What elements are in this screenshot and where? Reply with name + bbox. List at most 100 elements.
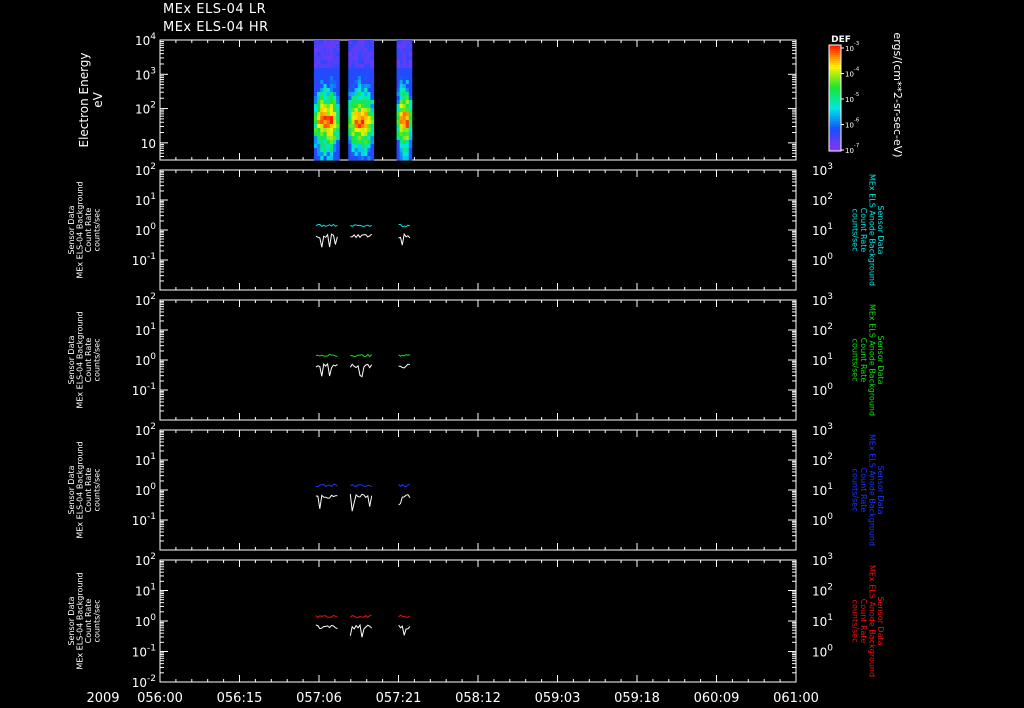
spectrogram-cell	[364, 144, 368, 149]
spectrogram-cell	[323, 156, 328, 161]
spectrogram-cell	[364, 100, 368, 105]
spectrogram-cell	[351, 140, 356, 145]
spectrogram-cell	[357, 144, 362, 149]
spectrogram-cell	[326, 108, 331, 113]
spectrogram-cell	[370, 96, 375, 101]
spectrogram-cell	[348, 148, 352, 153]
series-colored-line	[350, 484, 372, 488]
spectrogram-cell	[367, 88, 371, 93]
spectrogram-cell	[367, 124, 371, 129]
spectrogram-cell	[348, 140, 352, 145]
spectrogram-cell	[367, 60, 371, 65]
colorbar-band	[829, 67, 841, 70]
spectrogram-cell	[329, 56, 334, 61]
spectrogram-cell	[348, 84, 352, 89]
spectrogram-cell	[351, 152, 356, 157]
spectrogram-cell	[360, 60, 365, 65]
spectrogram-cell	[370, 128, 375, 133]
spectrogram-cell	[329, 120, 334, 125]
y-tick-label: 102	[135, 101, 156, 117]
spectrogram-cell	[364, 56, 368, 61]
spectrogram-cell	[336, 104, 340, 109]
spectrogram-cell	[364, 140, 368, 145]
spectrogram-cell	[336, 84, 340, 89]
spectrogram-cell	[357, 136, 362, 141]
spectrogram-cell	[354, 40, 359, 45]
spectrogram-panel-frame	[159, 39, 797, 161]
spectrogram-cell	[336, 64, 340, 69]
spectrogram-cell	[329, 40, 334, 45]
right-tick-label: 102	[812, 192, 833, 208]
spectrogram-cell	[370, 72, 375, 77]
spectrogram-cell	[367, 116, 371, 121]
spectrogram-cell	[405, 112, 410, 117]
spectrogram-cell	[367, 132, 371, 137]
spectrogram-cell	[348, 68, 352, 73]
series-white-line	[315, 494, 338, 509]
spectrogram-cell	[354, 108, 359, 113]
spectrogram-cell	[320, 156, 324, 161]
spectrogram-cell	[320, 80, 324, 85]
spectrogram-cell	[354, 60, 359, 65]
y-tick-label: 103	[135, 66, 156, 82]
spectrogram-cell	[329, 60, 334, 65]
spectrogram-cell	[348, 132, 352, 137]
spectrogram-cell	[364, 92, 368, 97]
spectrogram-cell	[323, 80, 328, 85]
spectrogram-cell	[402, 88, 407, 93]
spectrogram-cell	[364, 76, 368, 81]
spectrogram-cell	[357, 76, 362, 81]
colorbar-band	[829, 101, 841, 104]
right-tick-label: 101	[812, 482, 833, 498]
spectrogram-cell	[313, 68, 318, 73]
spectrogram-cell	[357, 92, 362, 97]
spectrogram-cell	[351, 80, 356, 85]
spectrogram-cell	[360, 148, 365, 153]
spectrogram-cell	[405, 156, 410, 161]
spectrogram-cell	[332, 144, 337, 149]
spectrogram-cell	[326, 148, 331, 153]
series-colored-line	[398, 483, 411, 488]
colorbar-band	[829, 135, 841, 138]
spectrogram-cell	[354, 116, 359, 121]
spectrogram-cell	[348, 104, 352, 109]
spectrogram-cell	[336, 124, 340, 129]
spectrogram-cell	[354, 100, 359, 105]
spectrogram-cell	[326, 116, 331, 121]
spectrogram-cell	[351, 148, 356, 153]
left-tick-label: 101	[135, 452, 156, 468]
spectrogram-cell	[329, 52, 334, 57]
spectrogram-cell	[360, 132, 365, 137]
y-axis-unit: eV	[91, 91, 105, 107]
spectrogram-cell	[405, 144, 410, 149]
spectrogram-cell	[354, 136, 359, 141]
spectrogram-cell	[354, 56, 359, 61]
spectrogram-cell	[370, 76, 375, 81]
colorbar-band	[829, 115, 841, 118]
right-tick-label: 100	[812, 512, 833, 528]
right-tick-label: 101	[812, 222, 833, 238]
right-tick-label: 101	[812, 352, 833, 368]
spectrogram-cell	[329, 116, 334, 121]
spectrogram-cell	[399, 88, 404, 93]
colorbar-band	[829, 147, 841, 150]
spectrogram-cell	[367, 152, 371, 157]
spectrogram-cell	[405, 132, 410, 137]
spectrogram-cell	[348, 100, 352, 105]
colorbar-band	[829, 59, 841, 62]
spectrogram-cell	[323, 120, 328, 125]
spectrogram-cell	[313, 60, 318, 65]
spectrogram-cell	[402, 140, 407, 145]
spectrogram-cell	[332, 84, 337, 89]
spectrogram-cell	[332, 120, 337, 125]
spectrogram-cell	[402, 44, 407, 49]
spectrogram-cell	[370, 100, 375, 105]
spectrogram-cell	[399, 156, 404, 161]
spectrogram-cell	[313, 56, 318, 61]
spectrogram-cell	[317, 128, 321, 133]
spectrogram-cell	[329, 48, 334, 53]
spectrogram-cell	[313, 40, 318, 45]
spectrogram-cell	[364, 128, 368, 133]
spectrogram-cell	[351, 112, 356, 117]
left-tick-label: 100	[135, 613, 156, 629]
